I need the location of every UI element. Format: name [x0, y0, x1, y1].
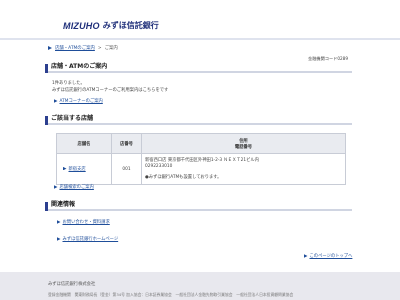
page-top-link[interactable]: このページのトップへ [304, 253, 352, 259]
atm-corner-link[interactable]: ATMコーナーのご案内 [54, 98, 103, 104]
store-number-cell: 001 [111, 153, 142, 185]
footer-registration-info: 登録金融機関 関東財務局長（登金）第34号 加入協会：日本証券業協会 一般社団法… [48, 292, 294, 297]
page: MIZUHO みずほ信託銀行 店舗・ATMのご案内 > ご案内 金融機関コード0… [0, 0, 400, 300]
arrow-right-icon [54, 99, 58, 103]
homepage-link-label: みずほ信託銀行ホームページ [62, 237, 119, 242]
logo-wordmark: MIZUHO [63, 20, 100, 31]
column-header-store-number: 店番号 [111, 133, 142, 154]
bank-code: 金融機関コード0289 [308, 56, 348, 61]
header: MIZUHO みずほ信託銀行 [0, 0, 400, 38]
store-table: 店舗名 店番号 住所 電話番号 新宿支店 001 新宿西口店 東京都千代田区外神… [56, 133, 346, 185]
result-count-text: 1件ありました。 [52, 81, 85, 86]
arrow-right-icon [57, 220, 61, 224]
store-name: 新宿支店 [68, 166, 86, 172]
contact-link[interactable]: お問い合わせ・資料請求 [57, 219, 110, 225]
section-title-text: ご該当する店舗 [51, 115, 94, 122]
breadcrumb-separator: > [97, 45, 102, 51]
logo-bank-name: みずほ信託銀行 [102, 21, 159, 30]
breadcrumb-home-link[interactable]: 店舗・ATMのご案内 [55, 45, 95, 51]
store-phone: 0292233010 [145, 163, 173, 169]
arrow-right-icon [54, 185, 58, 189]
section-title-text: 店舗・ATMのご案内 [51, 63, 108, 70]
mizuho-logo[interactable]: MIZUHO みずほ信託銀行 [63, 20, 159, 31]
column-header-address: 住所 電話番号 [141, 133, 346, 154]
address-cell: 新宿西口店 東京都千代田区外神田1-2-3 ＮＥＸＴ21ビル内 02922330… [141, 153, 346, 185]
footer-company-name: みずほ信託銀行株式会社 [48, 282, 96, 287]
table-row: 新宿支店 001 新宿西口店 東京都千代田区外神田1-2-3 ＮＥＸＴ21ビル内… [56, 153, 346, 185]
atm-corner-link-label: ATMコーナーのご案内 [59, 99, 103, 104]
store-name-link[interactable]: 新宿支店 [63, 166, 86, 172]
header-divider [0, 38, 400, 40]
contact-link-label: お問い合わせ・資料請求 [62, 220, 110, 225]
store-name-cell: 新宿支店 [56, 153, 112, 185]
section-title-store-atm: 店舗・ATMのご案内 [45, 63, 352, 73]
arrow-right-icon [57, 237, 61, 241]
arrow-right-icon [63, 166, 67, 171]
store-note: ●みずほ銀行ATMも設置しております。 [145, 174, 222, 180]
table-header-row: 店舗名 店番号 住所 電話番号 [56, 133, 346, 154]
breadcrumb: 店舗・ATMのご案内 > ご案内 [48, 45, 118, 51]
column-header-store-name: 店舗名 [56, 133, 112, 154]
page-top-link-label: このページのトップへ [309, 254, 353, 259]
section-title-text: 関連情報 [51, 201, 76, 208]
breadcrumb-current: ご案内 [104, 46, 118, 51]
arrow-right-icon [48, 46, 52, 50]
atm-guide-text: みずほ信託銀行のATMコーナーのご利用案内はこちらをです [52, 88, 169, 93]
store-search-link[interactable]: 店舗検索のご案内 [54, 184, 94, 190]
column-header-phone-label: 電話番号 [234, 144, 253, 150]
store-search-link-label: 店舗検索のご案内 [59, 185, 94, 190]
section-title-related-info: 関連情報 [45, 201, 352, 211]
arrow-right-icon [304, 254, 308, 258]
section-title-matching-stores: ご該当する店舗 [45, 115, 352, 125]
homepage-link[interactable]: みずほ信託銀行ホームページ [57, 236, 118, 242]
